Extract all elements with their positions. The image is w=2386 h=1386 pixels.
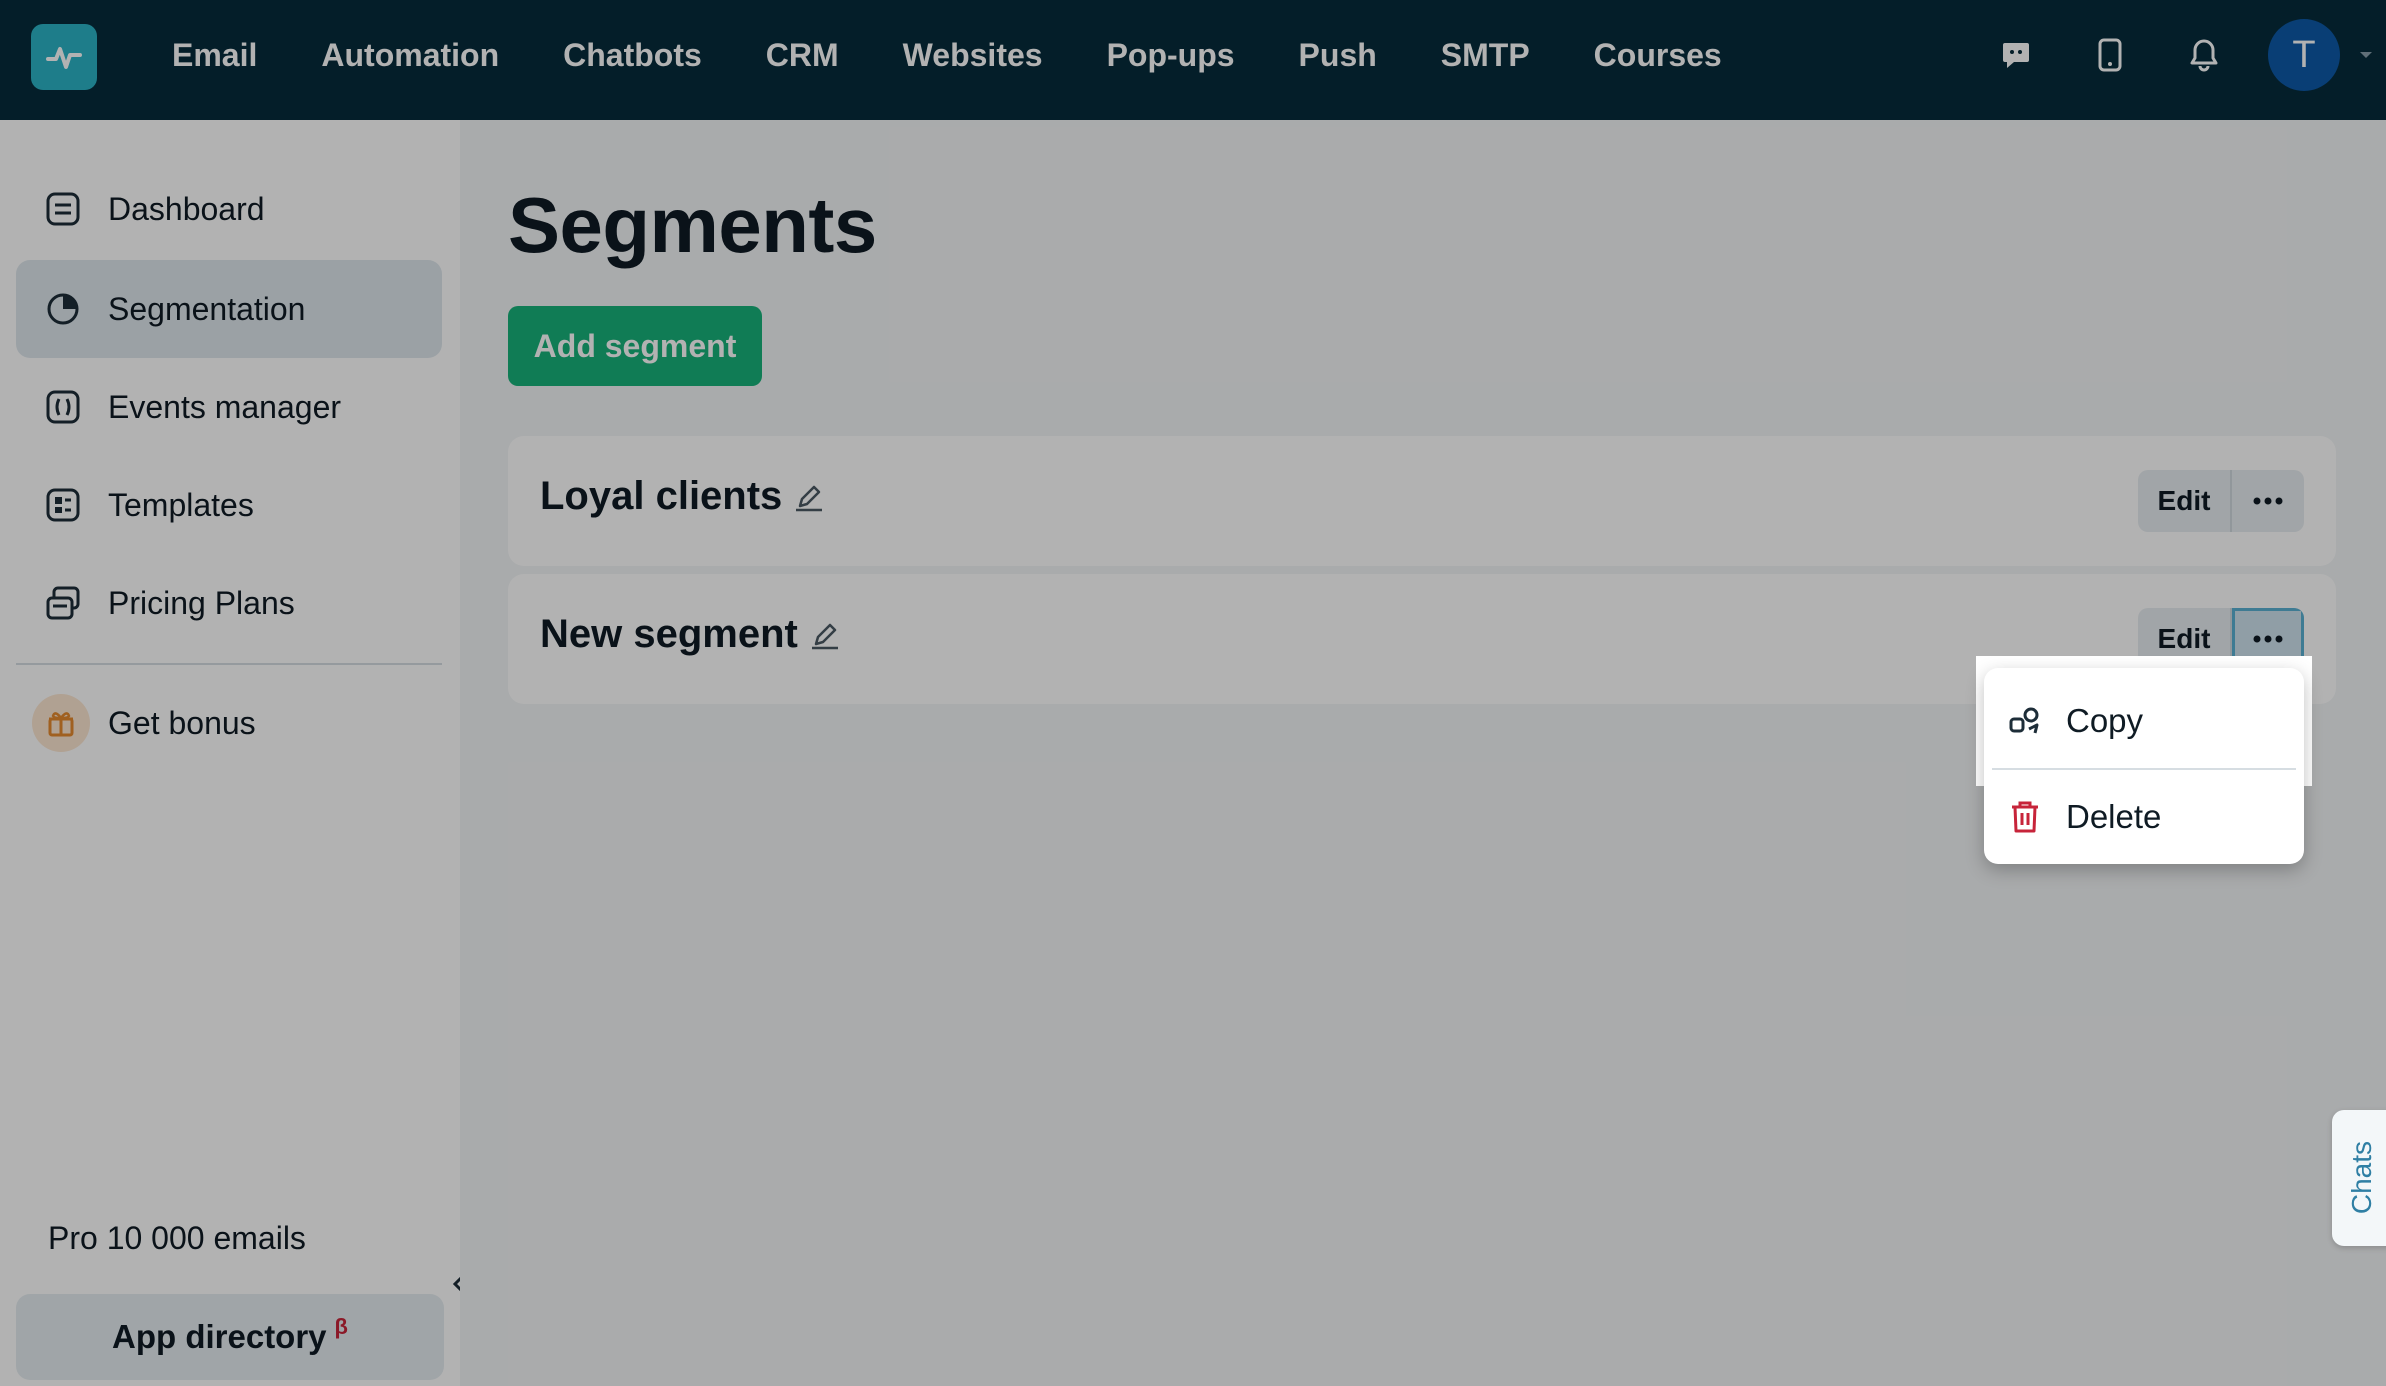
- menu-item-copy[interactable]: Copy: [1984, 674, 2304, 768]
- add-segment-button[interactable]: Add segment: [508, 306, 762, 386]
- segment-options-menu: Copy Delete: [1984, 668, 2304, 864]
- app-logo[interactable]: [31, 24, 97, 90]
- gift-icon: [32, 694, 90, 752]
- chats-tab[interactable]: Chats: [2332, 1110, 2386, 1246]
- sidebar-item-pricing-plans[interactable]: Pricing Plans: [16, 554, 442, 652]
- edit-button[interactable]: Edit: [2138, 470, 2232, 532]
- segment-name-text: Loyal clients: [540, 474, 783, 518]
- ellipsis-icon: [2253, 635, 2283, 643]
- sidebar-item-label: Segmentation: [108, 290, 306, 327]
- plan-info: Pro 10 000 emails: [48, 1220, 306, 1256]
- more-options-button[interactable]: [2232, 470, 2304, 532]
- events-icon: [46, 390, 80, 424]
- sidebar-item-label: Events manager: [108, 388, 342, 425]
- pencil-icon[interactable]: [792, 480, 826, 514]
- bell-icon[interactable]: [2174, 25, 2234, 85]
- sidebar-item-label: Get bonus: [108, 704, 256, 741]
- sidebar-item-dashboard[interactable]: Dashboard: [16, 160, 442, 258]
- pricing-icon: [46, 586, 80, 620]
- ellipsis-icon: [2253, 497, 2283, 505]
- nav-automation[interactable]: Automation: [289, 37, 531, 74]
- nav-chatbots[interactable]: Chatbots: [531, 37, 734, 74]
- segmentation-icon: [47, 293, 79, 325]
- sidebar-item-segmentation[interactable]: Segmentation: [16, 260, 442, 358]
- sidebar-item-label: Templates: [108, 486, 254, 523]
- nav-courses[interactable]: Courses: [1562, 37, 1754, 74]
- menu-item-label: Copy: [2066, 702, 2144, 739]
- sidebar-item-events-manager[interactable]: Events manager: [16, 358, 442, 456]
- menu-item-label: Delete: [2066, 798, 2162, 835]
- pencil-icon[interactable]: [808, 618, 842, 652]
- segment-actions: Edit: [2138, 470, 2304, 532]
- nav-smtp[interactable]: SMTP: [1409, 37, 1562, 74]
- nav-websites[interactable]: Websites: [871, 37, 1075, 74]
- segment-name: New segment: [540, 612, 842, 657]
- menu-item-delete[interactable]: Delete: [1984, 770, 2304, 864]
- templates-icon: [46, 488, 80, 522]
- main-nav: Email Automation Chatbots CRM Websites P…: [140, 0, 1754, 110]
- beta-badge: β: [334, 1314, 348, 1339]
- segment-name: Loyal clients: [540, 474, 826, 519]
- segment-name-text: New segment: [540, 612, 798, 656]
- sidebar-item-get-bonus[interactable]: Get bonus: [16, 674, 442, 772]
- chats-tab-label: Chats: [2346, 1141, 2377, 1215]
- mobile-phone-icon[interactable]: [2080, 25, 2140, 85]
- app-directory-label: App directory: [112, 1318, 327, 1355]
- trash-icon: [2006, 798, 2044, 836]
- chevron-down-icon[interactable]: [2354, 50, 2378, 60]
- sidebar-item-label: Pricing Plans: [108, 584, 295, 621]
- page-title: Segments: [508, 181, 877, 269]
- segment-card: Loyal clients Edit: [508, 436, 2336, 566]
- pulse-logo-icon: [46, 47, 82, 69]
- sidebar-divider: [16, 663, 442, 665]
- nav-crm[interactable]: CRM: [734, 37, 871, 74]
- top-navigation-bar: Email Automation Chatbots CRM Websites P…: [0, 0, 2386, 120]
- user-avatar[interactable]: T: [2268, 19, 2340, 91]
- nav-email[interactable]: Email: [140, 37, 289, 74]
- nav-push[interactable]: Push: [1267, 37, 1409, 74]
- chat-bubble-icon[interactable]: [1986, 25, 2046, 85]
- copy-icon: [2006, 702, 2044, 740]
- dashboard-icon: [46, 192, 80, 226]
- nav-popups[interactable]: Pop-ups: [1075, 37, 1267, 74]
- sidebar: Dashboard Segmentation Events manager Te…: [0, 120, 467, 1386]
- sidebar-item-label: Dashboard: [108, 190, 265, 227]
- sidebar-item-templates[interactable]: Templates: [16, 456, 442, 554]
- top-right-controls: T: [1986, 0, 2386, 110]
- app-directory-button[interactable]: App directory β: [16, 1294, 444, 1380]
